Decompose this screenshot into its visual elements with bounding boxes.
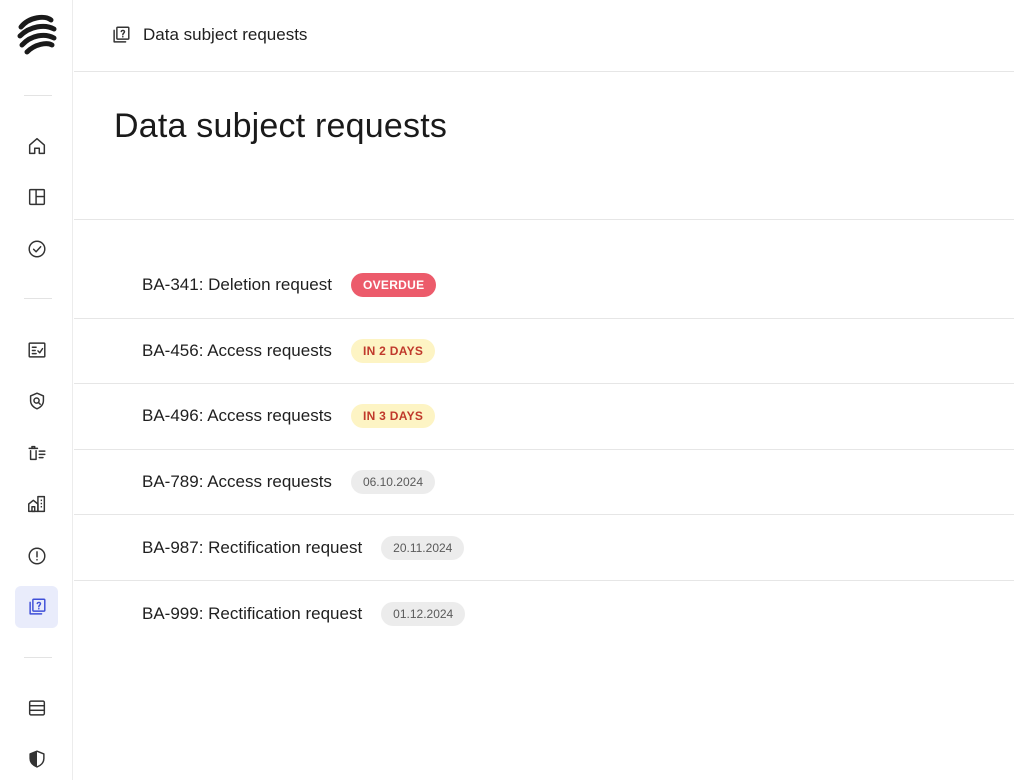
- database-icon: [28, 700, 45, 716]
- status-badge: OVERDUE: [350, 273, 437, 298]
- sidebar-item-incidents[interactable]: [15, 535, 58, 577]
- sidebar-divider: [24, 657, 52, 658]
- sidebar-item-checklist[interactable]: [15, 329, 58, 371]
- question-box-icon: [113, 26, 130, 43]
- layout-icon: [28, 188, 45, 206]
- sidebar: [0, 0, 73, 780]
- date-badge: 06.10.2024: [350, 470, 435, 495]
- sidebar-item-dashboard[interactable]: [15, 176, 58, 218]
- status-badge: IN 2 DAYS: [350, 338, 436, 363]
- request-title: BA-496: Access requests: [142, 406, 332, 426]
- list-item[interactable]: BA-789: Access requests 06.10.2024: [74, 450, 1014, 516]
- sidebar-item-deletion[interactable]: [15, 432, 58, 474]
- breadcrumb: [110, 24, 132, 46]
- shield-search-icon: [29, 392, 44, 410]
- list-item[interactable]: BA-456: Access requests IN 2 DAYS: [74, 319, 1014, 385]
- app: Data subject requests Data subject reque…: [0, 0, 1014, 780]
- buildings-icon: [27, 495, 45, 513]
- sidebar-item-security[interactable]: [15, 738, 58, 780]
- sidebar-item-tasks[interactable]: [15, 228, 58, 270]
- list-item[interactable]: BA-987: Rectification request 20.11.2024: [74, 515, 1014, 581]
- sidebar-item-home[interactable]: [15, 125, 58, 167]
- date-badge: 01.12.2024: [381, 601, 466, 626]
- request-title: BA-456: Access requests: [142, 340, 332, 360]
- trash-list-icon: [27, 445, 46, 461]
- sidebar-item-data-subject-requests[interactable]: [15, 586, 58, 628]
- checklist-icon: [27, 342, 46, 358]
- home-icon: [28, 137, 45, 155]
- breadcrumb-label[interactable]: Data subject requests: [143, 25, 307, 45]
- list-item[interactable]: BA-341: Deletion request OVERDUE: [74, 253, 1014, 319]
- question-box-icon: [28, 598, 46, 615]
- list-item[interactable]: BA-999: Rectification request 01.12.2024: [74, 581, 1014, 647]
- top-bar: Data subject requests: [74, 0, 1014, 72]
- request-title: BA-999: Rectification request: [142, 603, 363, 623]
- sidebar-item-privacy[interactable]: [15, 380, 58, 422]
- page-title: Data subject requests: [114, 107, 448, 145]
- date-badge: 20.11.2024: [381, 535, 465, 560]
- status-badge: IN 3 DAYS: [350, 404, 436, 429]
- sidebar-item-vendors[interactable]: [15, 483, 58, 525]
- list-item[interactable]: BA-496: Access requests IN 3 DAYS: [74, 384, 1014, 450]
- request-title: BA-987: Rectification request: [142, 537, 363, 557]
- sidebar-divider: [24, 95, 52, 96]
- check-circle-icon: [27, 240, 46, 258]
- sidebar-item-records[interactable]: [15, 687, 58, 729]
- logo-icon[interactable]: [15, 12, 59, 56]
- shield-icon: [28, 750, 45, 768]
- sidebar-divider: [24, 298, 52, 299]
- request-list: BA-341: Deletion request OVERDUE BA-456:…: [74, 253, 1014, 647]
- request-title: BA-789: Access requests: [142, 472, 332, 492]
- request-title: BA-341: Deletion request: [142, 275, 332, 295]
- title-divider: [74, 219, 1014, 220]
- alert-circle-icon: [27, 547, 46, 565]
